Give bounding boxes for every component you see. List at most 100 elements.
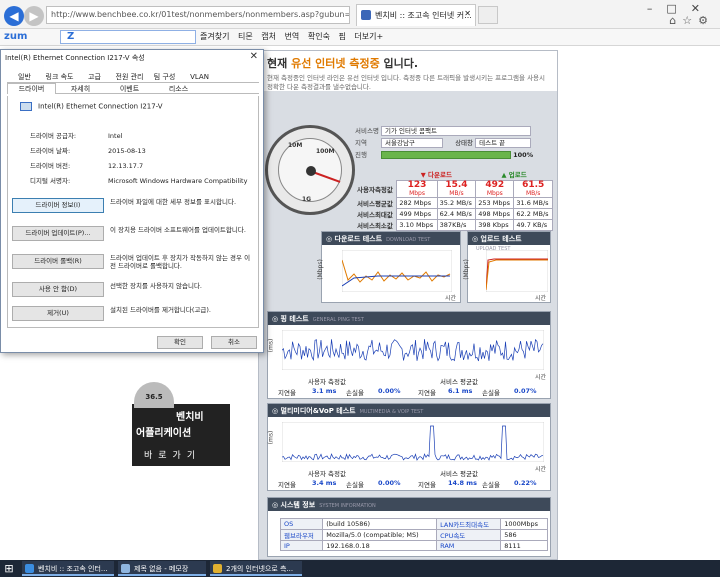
tab-link-speed[interactable]: 링크 속도: [42, 72, 77, 82]
stats-row-min: 서비스최소값 3.10 Mbps 387KB/s 398 Kbps 49.7 KB/s: [355, 218, 553, 231]
region-value: 서울강남구: [381, 138, 443, 148]
tab-details[interactable]: 자세히: [56, 84, 105, 94]
cancel-button[interactable]: 취소: [211, 336, 257, 349]
tab-events[interactable]: 이벤트: [105, 84, 154, 94]
test-info: 서비스명 기가 인터넷 콤팩트 지역 서울강남구 상태창 테스트 끝 진행 100%: [355, 125, 551, 161]
tab-general[interactable]: 일반: [7, 72, 42, 82]
toolbar-items: 즐겨찾기 티몬 캡처 번역 확인숙 핌 더보기+: [200, 31, 389, 42]
benchbee-app-banner[interactable]: 36.5 벤치비 어플리케이션 바로가기: [132, 382, 230, 466]
device-name: Intel(R) Ethernet Connection I217-V: [20, 102, 163, 111]
service-value: 기가 인터넷 콤팩트: [381, 126, 531, 136]
tab-teaming[interactable]: 팀 구성: [147, 72, 182, 82]
upload-x-label: 시간: [534, 295, 546, 302]
ping-x-label: 시간: [534, 374, 546, 381]
provider-label: 드라이버 공급자:: [30, 132, 77, 140]
download-header: ▼ 다운로드: [396, 169, 476, 180]
region-label: 지역: [355, 139, 367, 147]
tab-title: 벤치비 :: 조고속 인터넷 커...: [375, 11, 472, 20]
disable-device-button[interactable]: 사용 안 함(D): [12, 282, 104, 297]
gauge-label-100m: 100M: [316, 148, 335, 155]
ping-y-label: (ms): [267, 338, 275, 353]
tab-power[interactable]: 전원 관리: [112, 72, 147, 82]
close-tab-icon[interactable]: ✕: [464, 9, 471, 18]
driver-details-button[interactable]: 드라이버 정보(I): [12, 198, 104, 213]
rollback-driver-button[interactable]: 드라이버 롤백(R): [12, 254, 104, 269]
progress-value: 100%: [513, 151, 534, 159]
toolbar-item-capture[interactable]: 캡처: [261, 32, 276, 41]
status-value: 테스트 끝: [475, 138, 532, 148]
update-driver-button[interactable]: 드라이버 업데이트(P)...: [12, 226, 104, 241]
dialog-title: Intel(R) Ethernet Connection I217-V 속성: [5, 54, 145, 62]
taskbar-item-chrome[interactable]: 2개의 인터넷으로 측...: [210, 561, 302, 576]
benchbee-header: 현재 유선 인터넷 측정중 입니다. 현재 측정중인 인터넷 라인은 유선 인터…: [259, 51, 557, 91]
benchbee-panel: 현재 유선 인터넷 측정중 입니다. 현재 측정중인 인터넷 라인은 유선 인터…: [258, 50, 558, 560]
date-label: 드라이버 날짜:: [30, 147, 71, 155]
upload-y-label: (Mbps): [462, 259, 470, 280]
tab-vlan[interactable]: VLAN: [182, 73, 217, 81]
forward-icon[interactable]: ▶: [24, 6, 44, 26]
download-test-title: ◎ 다운로드 테스트 DOWNLOAD TEST: [322, 232, 460, 245]
speedometer-gauge: 10M 100M 1G: [265, 125, 355, 215]
toolbar-item-favorites[interactable]: 즐겨찾기: [200, 32, 229, 41]
ping-test-panel: ◎ 핑 테스트 GENERAL PING TEST (ms) 시간 사용자 측정값…: [267, 311, 551, 399]
vop-chart: [282, 422, 544, 462]
zum-search-input[interactable]: Z: [60, 30, 196, 44]
tab-advanced[interactable]: 고급: [77, 72, 112, 82]
measure-title: 현재 유선 인터넷 측정중 입니다.: [267, 57, 419, 70]
ok-button[interactable]: 확인: [157, 336, 203, 349]
driver-details-desc: 드라이버 파일에 대한 세부 정보를 표시합니다.: [110, 198, 237, 206]
download-x-label: 시간: [444, 295, 456, 302]
status-label: 상태창: [455, 139, 474, 147]
toolbar-item-pim[interactable]: 핌: [338, 32, 345, 41]
measure-description: 현재 측정중인 인터넷 라인은 유선 인터넷 입니다. 측정중 다른 트래픽을 …: [267, 74, 546, 91]
promo-line1: 벤치비: [176, 412, 204, 423]
signer-value: Microsoft Windows Hardware Compatibility: [108, 177, 248, 185]
uninstall-driver-button[interactable]: 제거(U): [12, 306, 104, 321]
stats-row-user: 사용자측정값 123 Mbps 15.4 MB/s 492 Mbps 61.5 MB/s: [355, 179, 553, 198]
ping-chart: [282, 330, 544, 370]
promo-line3: 바로가기: [144, 451, 202, 461]
url-input[interactable]: http://www.benchbee.co.kr/01test/nonmemb…: [46, 6, 350, 24]
gauge-hub: [306, 166, 316, 176]
ping-test-title: ◎ 핑 테스트 GENERAL PING TEST: [268, 312, 550, 325]
back-icon[interactable]: ◀: [4, 6, 24, 26]
ie-icon: [25, 564, 34, 573]
download-chart: [342, 250, 452, 292]
toolbar-item-more[interactable]: 더보기+: [354, 32, 383, 41]
driver-properties: 드라이버 공급자: Intel 드라이버 날짜: 2015-08-13 드라이버 버…: [30, 130, 247, 190]
version-label: 드라이버 버전:: [30, 162, 71, 170]
new-tab-button[interactable]: [478, 6, 498, 24]
toolbar-item-tmon[interactable]: 티몬: [238, 32, 253, 41]
taskbar-item-ie[interactable]: 벤치비 :: 조고속 인터...: [22, 561, 114, 576]
version-value: 12.13.17.7: [108, 162, 144, 170]
windows-start-icon[interactable]: ⊞: [2, 562, 16, 575]
gauge-icon: 36.5: [134, 382, 174, 408]
dialog-close-icon[interactable]: ✕: [250, 51, 258, 62]
upload-chart: [486, 250, 548, 292]
taskbar-item-notepad[interactable]: 제목 없음 - 메모장: [118, 561, 206, 576]
right-blank-area: [560, 46, 720, 560]
zum-logo[interactable]: zum: [4, 31, 27, 42]
browser-tab-benchbee[interactable]: 벤치비 :: 조고속 인터넷 커... ✕: [356, 4, 476, 26]
tab-driver[interactable]: 드라이버: [7, 83, 56, 94]
sysinfo-row: IP 192.168.0.18 RAM 8111: [279, 540, 548, 551]
vop-test-panel: ◎ 멀티미디어&VoP 테스트 MULTIMEDIA & VOIP TEST (m…: [267, 403, 551, 491]
uninstall-driver-desc: 설치된 드라이버를 제거합니다(고급).: [110, 306, 211, 314]
provider-value: Intel: [108, 132, 123, 140]
progress-label: 진행: [355, 151, 367, 159]
system-info-title: ◎ 시스템 정보 SYSTEM INFORMATION: [268, 498, 550, 511]
upload-test-panel: ◎ 업로드 테스트UPLOAD TEST (Mbps) 시간: [463, 231, 551, 303]
date-value: 2015-08-13: [108, 147, 146, 155]
home-star-gear-icons[interactable]: ⌂☆⚙: [669, 14, 714, 27]
toolbar-item-check[interactable]: 확인숙: [308, 32, 330, 41]
system-info-panel: ◎ 시스템 정보 SYSTEM INFORMATION OS (build 1058…: [267, 497, 551, 557]
toolbar-item-translate[interactable]: 번역: [285, 32, 300, 41]
vop-test-title: ◎ 멀티미디어&VoP 테스트 MULTIMEDIA & VOIP TEST: [268, 404, 550, 417]
zum-toolbar: zum Z 즐겨찾기 티몬 캡처 번역 확인숙 핌 더보기+: [0, 29, 720, 46]
upload-test-title: ◎ 업로드 테스트UPLOAD TEST: [468, 232, 550, 252]
service-label: 서비스명: [355, 127, 379, 135]
tab-resources[interactable]: 리소스: [154, 84, 203, 94]
taskbar: ⊞ 벤치비 :: 조고속 인터... 제목 없음 - 메모장 2개의 인터넷으로…: [0, 560, 720, 577]
progress-bar: [381, 151, 511, 159]
network-adapter-icon: [20, 102, 32, 111]
